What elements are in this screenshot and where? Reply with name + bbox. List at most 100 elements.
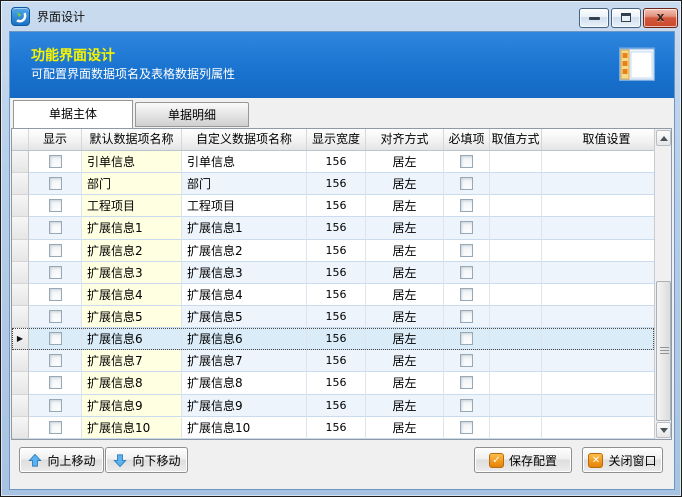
row-selector-cell[interactable]: ▶ bbox=[12, 306, 29, 328]
required-checkbox[interactable] bbox=[460, 354, 473, 367]
required-checkbox[interactable] bbox=[460, 177, 473, 190]
width-cell[interactable]: 156 bbox=[307, 284, 366, 306]
default-name-cell[interactable]: 扩展信息5 bbox=[82, 306, 182, 328]
value-method-cell[interactable] bbox=[490, 417, 542, 439]
col-header-required[interactable]: 必填项 bbox=[444, 129, 490, 150]
default-name-cell[interactable]: 扩展信息1 bbox=[82, 217, 182, 239]
required-checkbox[interactable] bbox=[460, 376, 473, 389]
align-cell[interactable]: 居左 bbox=[366, 151, 444, 173]
display-checkbox[interactable] bbox=[49, 266, 62, 279]
value-method-cell[interactable] bbox=[490, 240, 542, 262]
width-cell[interactable]: 156 bbox=[307, 372, 366, 394]
value-setting-cell[interactable] bbox=[542, 217, 654, 239]
value-setting-cell[interactable] bbox=[542, 372, 654, 394]
align-cell[interactable]: 居左 bbox=[366, 328, 444, 350]
custom-name-cell[interactable]: 扩展信息5 bbox=[182, 306, 307, 328]
default-name-cell[interactable]: 部门 bbox=[82, 173, 182, 195]
display-checkbox[interactable] bbox=[49, 376, 62, 389]
display-checkbox[interactable] bbox=[49, 221, 62, 234]
align-cell[interactable]: 居左 bbox=[366, 417, 444, 439]
required-checkbox[interactable] bbox=[460, 199, 473, 212]
row-selector-cell[interactable]: ▶ bbox=[12, 173, 29, 195]
table-row[interactable]: ▶ 引单信息 引单信息 156 居左 bbox=[12, 151, 654, 173]
width-cell[interactable]: 156 bbox=[307, 240, 366, 262]
value-setting-cell[interactable] bbox=[542, 306, 654, 328]
required-checkbox[interactable] bbox=[460, 399, 473, 412]
width-cell[interactable]: 156 bbox=[307, 328, 366, 350]
row-selector-cell[interactable]: ▶ bbox=[12, 195, 29, 217]
table-row[interactable]: ▶ 扩展信息8 扩展信息8 156 居左 bbox=[12, 372, 654, 394]
display-checkbox[interactable] bbox=[49, 244, 62, 257]
table-row[interactable]: ▶ 扩展信息9 扩展信息9 156 居左 bbox=[12, 395, 654, 417]
align-cell[interactable]: 居左 bbox=[366, 173, 444, 195]
tab-bill-main[interactable]: 单据主体 bbox=[13, 100, 133, 128]
value-method-cell[interactable] bbox=[490, 217, 542, 239]
default-name-cell[interactable]: 扩展信息6 bbox=[82, 328, 182, 350]
width-cell[interactable]: 156 bbox=[307, 217, 366, 239]
move-down-button[interactable]: 向下移动 bbox=[105, 447, 188, 473]
value-method-cell[interactable] bbox=[490, 262, 542, 284]
table-row[interactable]: ▶ 工程项目 工程项目 156 居左 bbox=[12, 195, 654, 217]
row-selector-cell[interactable]: ▶ bbox=[12, 240, 29, 262]
move-up-button[interactable]: 向上移动 bbox=[19, 447, 104, 473]
value-method-cell[interactable] bbox=[490, 195, 542, 217]
custom-name-cell[interactable]: 扩展信息3 bbox=[182, 262, 307, 284]
table-row[interactable]: ▶ 部门 部门 156 居左 bbox=[12, 173, 654, 195]
custom-name-cell[interactable]: 扩展信息10 bbox=[182, 417, 307, 439]
value-method-cell[interactable] bbox=[490, 284, 542, 306]
row-selector-cell[interactable]: ▶ bbox=[12, 395, 29, 417]
titlebar[interactable]: 界面设计 x bbox=[1, 1, 681, 31]
width-cell[interactable]: 156 bbox=[307, 417, 366, 439]
row-selector-cell[interactable]: ▶ bbox=[12, 350, 29, 372]
display-checkbox[interactable] bbox=[49, 155, 62, 168]
custom-name-cell[interactable]: 工程项目 bbox=[182, 195, 307, 217]
default-name-cell[interactable]: 扩展信息9 bbox=[82, 395, 182, 417]
align-cell[interactable]: 居左 bbox=[366, 372, 444, 394]
scrollbar-thumb[interactable] bbox=[656, 281, 671, 421]
value-method-cell[interactable] bbox=[490, 173, 542, 195]
align-cell[interactable]: 居左 bbox=[366, 284, 444, 306]
value-method-cell[interactable] bbox=[490, 151, 542, 173]
custom-name-cell[interactable]: 扩展信息7 bbox=[182, 350, 307, 372]
col-header-default-name[interactable]: 默认数据项名称 bbox=[82, 129, 182, 150]
table-row[interactable]: ▶ 扩展信息1 扩展信息1 156 居左 bbox=[12, 217, 654, 239]
value-setting-cell[interactable] bbox=[542, 173, 654, 195]
align-cell[interactable]: 居左 bbox=[366, 395, 444, 417]
row-selector-cell[interactable]: ▶ bbox=[12, 372, 29, 394]
col-header-value-method[interactable]: 取值方式 bbox=[490, 129, 542, 150]
save-config-button[interactable]: ✓ 保存配置 bbox=[474, 447, 572, 473]
close-button[interactable]: x bbox=[643, 8, 678, 28]
width-cell[interactable]: 156 bbox=[307, 395, 366, 417]
required-checkbox[interactable] bbox=[460, 332, 473, 345]
value-method-cell[interactable] bbox=[490, 350, 542, 372]
value-setting-cell[interactable] bbox=[542, 195, 654, 217]
custom-name-cell[interactable]: 扩展信息4 bbox=[182, 284, 307, 306]
align-cell[interactable]: 居左 bbox=[366, 240, 444, 262]
required-checkbox[interactable] bbox=[460, 310, 473, 323]
value-method-cell[interactable] bbox=[490, 328, 542, 350]
scroll-up-button[interactable] bbox=[656, 130, 671, 146]
default-name-cell[interactable]: 扩展信息7 bbox=[82, 350, 182, 372]
default-name-cell[interactable]: 工程项目 bbox=[82, 195, 182, 217]
table-row[interactable]: ▶ 扩展信息10 扩展信息10 156 居左 bbox=[12, 417, 654, 439]
col-header-width[interactable]: 显示宽度 bbox=[307, 129, 366, 150]
default-name-cell[interactable]: 引单信息 bbox=[82, 151, 182, 173]
default-name-cell[interactable]: 扩展信息3 bbox=[82, 262, 182, 284]
table-row[interactable]: ▶ 扩展信息7 扩展信息7 156 居左 bbox=[12, 350, 654, 372]
required-checkbox[interactable] bbox=[460, 266, 473, 279]
default-name-cell[interactable]: 扩展信息2 bbox=[82, 240, 182, 262]
align-cell[interactable]: 居左 bbox=[366, 217, 444, 239]
row-selector-cell[interactable]: ▶ bbox=[12, 417, 29, 439]
align-cell[interactable]: 居左 bbox=[366, 195, 444, 217]
tab-bill-detail[interactable]: 单据明细 bbox=[135, 102, 249, 127]
value-setting-cell[interactable] bbox=[542, 151, 654, 173]
close-window-button[interactable]: ✕ 关闭窗口 bbox=[582, 447, 663, 473]
value-setting-cell[interactable] bbox=[542, 240, 654, 262]
custom-name-cell[interactable]: 部门 bbox=[182, 173, 307, 195]
col-header-custom-name[interactable]: 自定义数据项名称 bbox=[182, 129, 307, 150]
table-row[interactable]: ▶ 扩展信息3 扩展信息3 156 居左 bbox=[12, 262, 654, 284]
required-checkbox[interactable] bbox=[460, 421, 473, 434]
default-name-cell[interactable]: 扩展信息10 bbox=[82, 417, 182, 439]
display-checkbox[interactable] bbox=[49, 177, 62, 190]
custom-name-cell[interactable]: 扩展信息8 bbox=[182, 372, 307, 394]
